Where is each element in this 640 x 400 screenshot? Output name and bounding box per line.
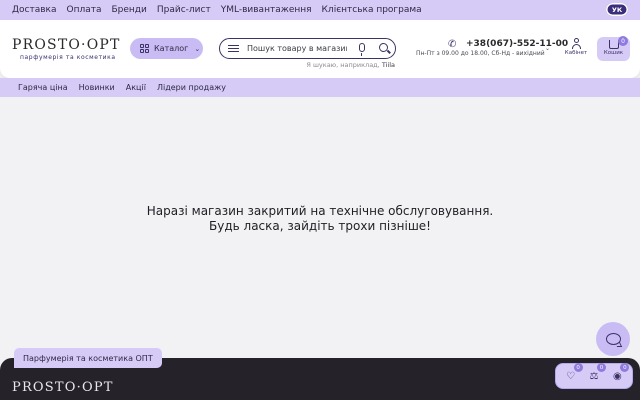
header: PROSTO·OPT парфумерія та косметика Катал… (0, 20, 640, 78)
top-link-payment[interactable]: Оплата (67, 5, 102, 15)
phone-number[interactable]: +38(067)-552-11-00 (466, 39, 568, 49)
maintenance-line-2: Будь ласка, зайдіть трохи пізніше! (209, 219, 431, 233)
wishlist-count-badge: 0 (573, 363, 583, 372)
scales-icon: ⚖ (589, 370, 599, 382)
cart-count-badge: 0 (618, 36, 628, 46)
top-link-yml-export[interactable]: YML-вивантаження (221, 5, 312, 15)
sub-navigation: Гаряча ціна Новинки Акції Лідери продажу (0, 78, 640, 97)
top-link-price-list[interactable]: Прайс-лист (157, 5, 211, 15)
cart-button[interactable]: Кошик 0 (597, 36, 630, 61)
cabinet-label: Кабінет (564, 50, 588, 56)
cart-icon (608, 40, 619, 49)
cabinet-button[interactable]: Кабінет (564, 38, 588, 60)
site-logo[interactable]: PROSTO·OPT парфумерія та косметика (12, 38, 121, 61)
maintenance-line-1: Наразі магазин закритий на технічне обсл… (146, 204, 494, 218)
floating-action-bar: ♡ 0 ⚖ 0 ◉ 0 (555, 363, 633, 389)
microphone-icon[interactable] (359, 43, 365, 56)
user-icon (571, 38, 581, 49)
chevron-down-icon: ⌄ (194, 44, 201, 53)
heart-icon: ♡ (566, 370, 576, 382)
search-hint-prefix: Я шукаю, наприклад, (306, 61, 380, 69)
viewed-button[interactable]: ◉ 0 (608, 363, 630, 385)
catalog-button[interactable]: Каталог ⌄ (130, 38, 203, 59)
viewed-count-badge: 0 (620, 363, 630, 372)
search-hint-example[interactable]: Tiila (382, 61, 395, 69)
search-bar (219, 38, 396, 59)
subnav-hot-price[interactable]: Гаряча ціна (18, 83, 68, 92)
eye-icon: ◉ (612, 370, 622, 382)
top-link-brands[interactable]: Бренди (112, 5, 147, 15)
subnav-bestsellers[interactable]: Лідери продажу (157, 83, 226, 92)
top-link-client-program[interactable]: Клієнтська програма (322, 5, 422, 15)
compare-button[interactable]: ⚖ 0 (585, 363, 606, 385)
logo-subtitle: парфумерія та косметика (20, 54, 116, 61)
chevron-down-icon[interactable]: ⌄ (545, 45, 550, 52)
wishlist-button[interactable]: ♡ 0 (562, 363, 583, 385)
chat-button[interactable] (596, 322, 630, 356)
top-link-delivery[interactable]: Доставка (12, 5, 57, 15)
top-bar: Доставка Оплата Бренди Прайс-лист YML-ви… (0, 0, 640, 20)
top-links: Доставка Оплата Бренди Прайс-лист YML-ви… (12, 5, 422, 15)
footer-logo[interactable]: PROSTO·OPT (12, 381, 114, 394)
subnav-new[interactable]: Новинки (79, 83, 115, 92)
search-input[interactable] (247, 44, 347, 53)
search-icon[interactable] (379, 43, 388, 52)
language-switch[interactable]: УК (606, 3, 628, 16)
cart-label: Кошик (603, 50, 624, 56)
footer-tag: Парфумерія та косметика ОПТ (14, 348, 162, 368)
logo-text: PROSTO·OPT (12, 37, 121, 53)
phone-icon: ✆ (448, 39, 457, 50)
sliders-icon[interactable] (228, 44, 239, 53)
maintenance-message: Наразі магазин закритий на технічне обсл… (0, 204, 640, 234)
subnav-sales[interactable]: Акції (126, 83, 146, 92)
working-hours: Пн-Пт з 09.00 до 18.00, Сб-Нд - вихідний (416, 50, 545, 57)
search-hint: Я шукаю, наприклад, Tiila (306, 61, 395, 69)
grid-icon (140, 44, 149, 53)
compare-count-badge: 0 (596, 363, 606, 372)
catalog-label: Каталог (154, 44, 189, 53)
chat-bubble-icon (605, 333, 621, 345)
